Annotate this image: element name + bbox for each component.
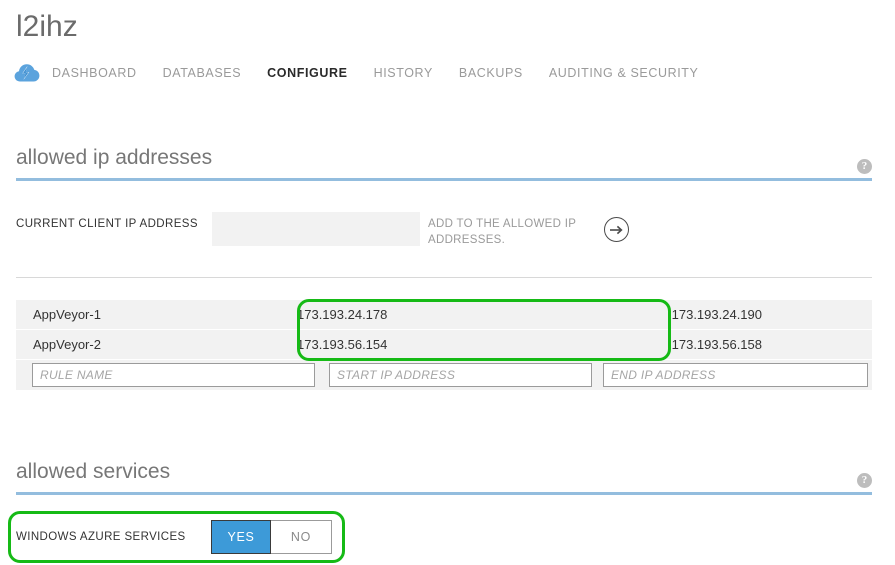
toggle-option-yes[interactable]: YES	[211, 520, 271, 554]
add-to-allowed-hint: ADD TO THE ALLOWED IP ADDRESSES.	[428, 218, 576, 246]
windows-azure-services-toggle[interactable]: YES NO	[211, 520, 332, 554]
current-client-ip-row: CURRENT CLIENT IP ADDRESS ADD TO THE ALL…	[16, 212, 872, 260]
section-divider	[16, 277, 872, 278]
tab-backups[interactable]: BACKUPS	[459, 66, 523, 80]
main-tabbar: DASHBOARD DATABASES CONFIGURE HISTORY BA…	[14, 60, 724, 86]
start-ip-input[interactable]	[329, 363, 592, 387]
rule-name: AppVeyor-1	[33, 307, 101, 322]
rule-start-ip: 173.193.56.154	[297, 337, 388, 352]
ip-rules-table: AppVeyor-1 173.193.24.178 173.193.24.190…	[16, 300, 872, 390]
allowed-services-title: allowed services	[16, 460, 171, 483]
tab-databases[interactable]: DATABASES	[163, 66, 242, 80]
rule-name: AppVeyor-2	[33, 337, 101, 352]
table-row[interactable]: AppVeyor-2 173.193.56.154 173.193.56.158	[16, 330, 872, 360]
new-rule-row	[16, 360, 872, 390]
allowed-services-underline	[16, 492, 872, 495]
allowed-ip-section-header: allowed ip addresses ?	[16, 144, 872, 181]
windows-azure-services-row: WINDOWS AZURE SERVICES YES NO	[16, 518, 332, 556]
arrow-right-circle-icon[interactable]	[604, 217, 629, 242]
rule-start-ip: 173.193.24.178	[297, 307, 388, 322]
allowed-services-section-header: allowed services ?	[16, 458, 872, 495]
windows-azure-services-label: WINDOWS AZURE SERVICES	[16, 531, 186, 543]
tab-configure[interactable]: CONFIGURE	[267, 66, 347, 80]
configure-page: l2ihz DASHBOARD DATABASES CONFIGURE HIST…	[0, 0, 895, 565]
rule-name-input[interactable]	[32, 363, 315, 387]
azure-cloud-icon	[14, 62, 40, 84]
help-icon[interactable]: ?	[857, 159, 872, 174]
current-client-ip-label: CURRENT CLIENT IP ADDRESS	[16, 218, 198, 230]
rule-end-ip: 173.193.24.190	[671, 307, 762, 322]
tab-auditing-security[interactable]: AUDITING & SECURITY	[549, 66, 699, 80]
tab-dashboard[interactable]: DASHBOARD	[52, 66, 137, 80]
end-ip-input[interactable]	[603, 363, 868, 387]
rule-end-ip: 173.193.56.158	[671, 337, 762, 352]
page-title: l2ihz	[16, 10, 78, 43]
allowed-ip-title: allowed ip addresses	[16, 146, 213, 169]
help-icon[interactable]: ?	[857, 473, 872, 488]
allowed-ip-underline	[16, 178, 872, 181]
tab-history[interactable]: HISTORY	[374, 66, 433, 80]
table-row[interactable]: AppVeyor-1 173.193.24.178 173.193.24.190	[16, 300, 872, 330]
current-client-ip-value	[212, 212, 420, 246]
toggle-option-no[interactable]: NO	[271, 521, 331, 553]
